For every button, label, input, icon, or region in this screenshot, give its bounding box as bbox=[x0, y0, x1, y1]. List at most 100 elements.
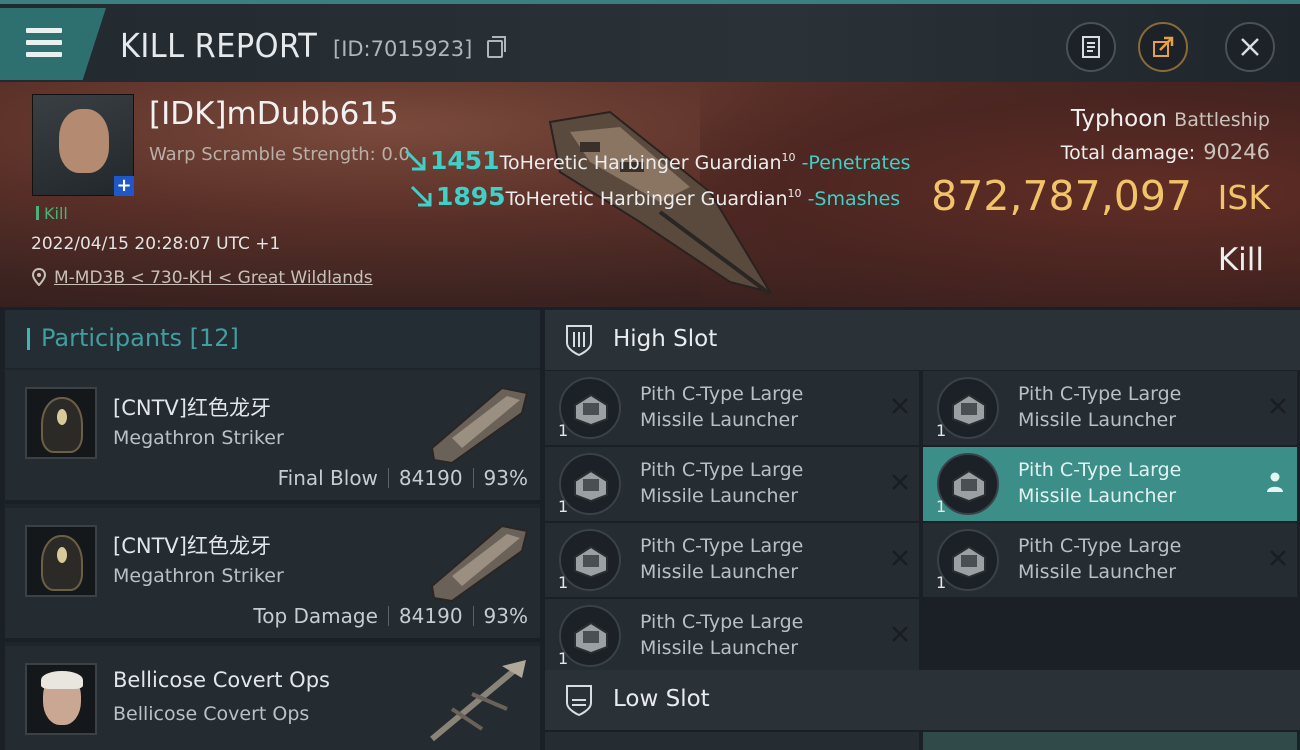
damage-log-row: 1895ToHeretic Harbinger Guardian10 -Smas… bbox=[410, 182, 900, 211]
module-item-selected[interactable]: 1 Pith C-Type Large Missile Launcher bbox=[923, 447, 1297, 521]
destroyed-x-icon bbox=[892, 474, 908, 490]
ship-class: Battleship bbox=[1174, 109, 1270, 131]
share-button[interactable] bbox=[1138, 22, 1188, 72]
module-name: Pith C-Type Large Missile Launcher bbox=[1018, 535, 1182, 583]
module-item[interactable] bbox=[923, 732, 1297, 750]
participant-damage: 84190 bbox=[398, 604, 463, 628]
participant-row[interactable]: [CNTV]红色龙牙 Megathron Striker Final Blow 8… bbox=[5, 370, 540, 504]
participant-row[interactable]: [CNTV]红色龙牙 Megathron Striker Top Damage 8… bbox=[5, 508, 540, 642]
warp-scramble-strength: Warp Scramble Strength: 0.0 bbox=[149, 144, 411, 165]
header-bar: KILL REPORT [ID:7015923] bbox=[0, 0, 1300, 82]
destroyed-x-icon bbox=[892, 550, 908, 566]
menu-button[interactable] bbox=[0, 8, 106, 80]
damage-amount: 1451 bbox=[430, 146, 500, 175]
module-quantity: 1 bbox=[558, 497, 569, 516]
low-slot-label: Low Slot bbox=[613, 686, 710, 712]
participants-count: [12] bbox=[189, 324, 239, 352]
high-slot-icon bbox=[566, 325, 592, 357]
module-name: Pith C-Type Large Missile Launcher bbox=[640, 611, 804, 659]
participant-percent: 93% bbox=[483, 604, 528, 628]
helmet-portrait bbox=[41, 397, 83, 453]
module-quantity: 1 bbox=[936, 573, 947, 592]
module-item[interactable]: 1 Pith C-Type Large Missile Launcher bbox=[545, 523, 919, 597]
participant-ship-icon bbox=[430, 386, 529, 465]
missile-launcher-icon bbox=[559, 605, 621, 667]
participant-ship: Megathron Striker bbox=[113, 427, 284, 449]
module-quantity: 1 bbox=[936, 497, 947, 516]
victim-ship-type[interactable]: Typhoon Battleship bbox=[1071, 106, 1270, 132]
pilot-face bbox=[59, 109, 109, 173]
damage-target-level: 10 bbox=[781, 151, 796, 164]
location-pin-icon bbox=[32, 268, 46, 286]
low-slot-icon bbox=[566, 685, 592, 717]
participant-tag: Top Damage bbox=[253, 604, 378, 628]
kill-location-link[interactable]: M-MD3B < 730-KH < Great Wildlands bbox=[54, 268, 373, 288]
participant-ship-icon bbox=[430, 524, 529, 603]
participants-panel: Participants [12] [CNTV]红色龙牙 Megathron S… bbox=[5, 310, 540, 750]
participants-header[interactable]: Participants [12] bbox=[5, 310, 540, 368]
fitting-panel: High Slot 1 Pith C-Type Large Missile Lau… bbox=[545, 310, 1300, 750]
victim-pilot-name[interactable]: [IDK]mDubb615 bbox=[149, 96, 399, 132]
damage-verb: -Smashes bbox=[807, 188, 901, 210]
close-button[interactable] bbox=[1225, 22, 1275, 72]
destroyed-x-icon bbox=[1270, 550, 1286, 566]
damage-verb: -Penetrates bbox=[801, 152, 911, 174]
missile-launcher-icon bbox=[937, 453, 999, 515]
participant-percent: 93% bbox=[483, 466, 528, 490]
participant-name: [CNTV]红色龙牙 bbox=[113, 396, 271, 420]
module-quantity: 1 bbox=[558, 649, 569, 668]
module-item[interactable]: 1 Pith C-Type Large Missile Launcher bbox=[923, 371, 1297, 445]
participant-stats: Final Blow 84190 93% bbox=[278, 466, 528, 490]
damage-target: ToHeretic Harbinger Guardian bbox=[499, 152, 782, 174]
dropped-person-icon bbox=[1267, 472, 1283, 492]
participant-name: Bellicose Covert Ops bbox=[113, 668, 330, 692]
participant-avatar bbox=[25, 525, 97, 597]
low-slot-header: Low Slot bbox=[545, 670, 1300, 730]
missile-launcher-icon bbox=[559, 529, 621, 591]
damage-target: ToHeretic Harbinger Guardian bbox=[505, 188, 788, 210]
add-contact-icon[interactable]: + bbox=[114, 176, 134, 196]
kill-result: Kill bbox=[1217, 242, 1264, 278]
damage-target-level: 10 bbox=[787, 187, 802, 200]
module-name: Pith C-Type Large Missile Launcher bbox=[1018, 383, 1182, 431]
participant-avatar bbox=[25, 663, 97, 735]
page-title: KILL REPORT bbox=[120, 26, 318, 65]
module-quantity: 1 bbox=[936, 421, 947, 440]
missile-launcher-icon bbox=[559, 377, 621, 439]
participant-damage: 84190 bbox=[398, 466, 463, 490]
module-item[interactable]: 1 Pith C-Type Large Missile Launcher bbox=[545, 371, 919, 445]
destroyed-x-icon bbox=[1270, 398, 1286, 414]
participant-ship: Bellicose Covert Ops bbox=[113, 703, 310, 725]
module-item[interactable]: 1 Pith C-Type Large Missile Launcher bbox=[545, 599, 919, 673]
kill-datetime: 2022/04/15 20:28:07 UTC +1 bbox=[31, 234, 281, 254]
missile-launcher-icon bbox=[559, 453, 621, 515]
close-icon bbox=[1241, 38, 1259, 56]
participant-ship-icon bbox=[430, 660, 526, 742]
missile-launcher-icon bbox=[937, 529, 999, 591]
damage-log-row: 1451ToHeretic Harbinger Guardian10 -Pene… bbox=[404, 146, 911, 175]
hamburger-icon bbox=[26, 28, 62, 58]
module-item[interactable] bbox=[545, 732, 919, 750]
destroyed-x-icon bbox=[892, 398, 908, 414]
missile-launcher-icon bbox=[937, 377, 999, 439]
participants-label: Participants bbox=[41, 324, 182, 352]
module-name: Pith C-Type Large Missile Launcher bbox=[640, 535, 804, 583]
destroyed-x-icon bbox=[892, 626, 908, 642]
participant-tag: Final Blow bbox=[277, 466, 378, 490]
participant-name: [CNTV]红色龙牙 bbox=[113, 534, 271, 558]
participant-row[interactable]: Bellicose Covert Ops Bellicose Covert Op… bbox=[5, 646, 540, 750]
clipboard-icon bbox=[1082, 36, 1100, 58]
isk-unit: ISK bbox=[1217, 178, 1270, 217]
helmet-portrait bbox=[41, 535, 83, 591]
pilot-face bbox=[41, 671, 83, 725]
module-item[interactable]: 1 Pith C-Type Large Missile Launcher bbox=[923, 523, 1297, 597]
ship-name: Typhoon bbox=[1070, 106, 1167, 132]
module-name: Pith C-Type Large Missile Launcher bbox=[640, 383, 804, 431]
report-log-button[interactable] bbox=[1066, 22, 1116, 72]
module-item[interactable]: 1 Pith C-Type Large Missile Launcher bbox=[545, 447, 919, 521]
copy-icon[interactable] bbox=[487, 36, 506, 58]
damage-arrow-icon bbox=[410, 185, 432, 207]
participant-stats: Top Damage 84190 93% bbox=[253, 604, 528, 628]
share-icon bbox=[1153, 36, 1174, 57]
high-slot-label: High Slot bbox=[613, 326, 718, 352]
